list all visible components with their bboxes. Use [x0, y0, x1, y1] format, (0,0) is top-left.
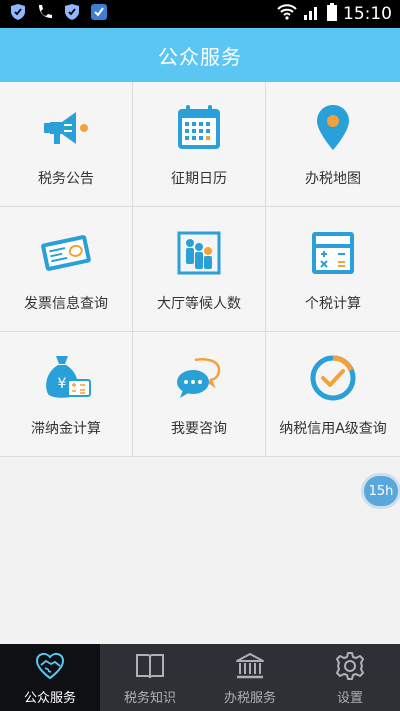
tile-label: 纳税信用A级查询	[279, 421, 387, 437]
shield-icon	[64, 3, 80, 25]
tile-hall-waiting[interactable]: 大厅等候人数	[133, 207, 266, 332]
tile-label: 我要咨询	[171, 421, 227, 437]
wifi-icon	[277, 3, 297, 25]
tile-label: 税务公告	[38, 171, 94, 187]
tab-settings[interactable]: 设置	[300, 644, 400, 711]
calendar-icon	[173, 102, 225, 154]
check-circle-icon	[307, 352, 359, 404]
signal-icon	[303, 4, 321, 25]
app-notification-icon	[90, 3, 108, 25]
shield-icon	[10, 3, 26, 25]
tile-label: 征期日历	[171, 171, 227, 187]
calculator-icon	[307, 227, 359, 279]
clock-time: 15:10	[343, 4, 392, 24]
tile-tax-map[interactable]: 办税地图	[266, 82, 400, 207]
chat-bubbles-icon	[173, 352, 225, 404]
book-icon	[134, 650, 166, 682]
invoice-icon	[40, 227, 92, 279]
tile-tax-calendar[interactable]: 征期日历	[133, 82, 266, 207]
svg-text:¥: ¥	[58, 376, 67, 392]
tab-public-service[interactable]: 公众服务	[0, 644, 100, 711]
service-grid: 税务公告 征期日历 办税地图 发票信息查询 大厅等候人数 个税计算 ¥ 滞纳金计…	[0, 82, 400, 458]
page-title: 公众服务	[158, 44, 242, 69]
tab-tax-service[interactable]: 办税服务	[200, 644, 300, 711]
tile-tax-announcement[interactable]: 税务公告	[0, 82, 133, 207]
tile-late-fee-calc[interactable]: ¥ 滞纳金计算	[0, 332, 133, 457]
tab-label: 公众服务	[23, 691, 76, 706]
gear-icon	[334, 650, 366, 682]
status-bar: 15:10	[0, 0, 400, 28]
floating-badge[interactable]: 15h	[364, 476, 398, 506]
tab-label: 税务知识	[123, 691, 176, 706]
tile-label: 滞纳金计算	[31, 421, 101, 437]
tile-income-tax-calc[interactable]: 个税计算	[266, 207, 400, 332]
tile-credit-a-query[interactable]: 纳税信用A级查询	[266, 332, 400, 457]
queue-people-icon	[173, 227, 225, 279]
handshake-icon	[34, 650, 66, 682]
bank-building-icon	[234, 650, 266, 682]
tile-label: 办税地图	[305, 171, 361, 187]
bottom-nav: 公众服务 税务知识 办税服务 设置	[0, 644, 400, 711]
tile-consult[interactable]: 我要咨询	[133, 332, 266, 457]
megaphone-icon	[40, 102, 92, 154]
tile-invoice-query[interactable]: 发票信息查询	[0, 207, 133, 332]
tab-tax-knowledge[interactable]: 税务知识	[100, 644, 200, 711]
tile-label: 发票信息查询	[24, 296, 108, 312]
app-header: 公众服务	[0, 28, 400, 82]
tab-label: 办税服务	[223, 691, 276, 706]
tile-label: 大厅等候人数	[157, 296, 241, 312]
phone-missed-icon	[36, 3, 54, 25]
tab-label: 设置	[336, 691, 363, 706]
tile-label: 个税计算	[305, 296, 361, 312]
battery-icon	[327, 2, 337, 26]
money-bag-icon: ¥	[40, 352, 92, 404]
map-pin-icon	[307, 102, 359, 154]
